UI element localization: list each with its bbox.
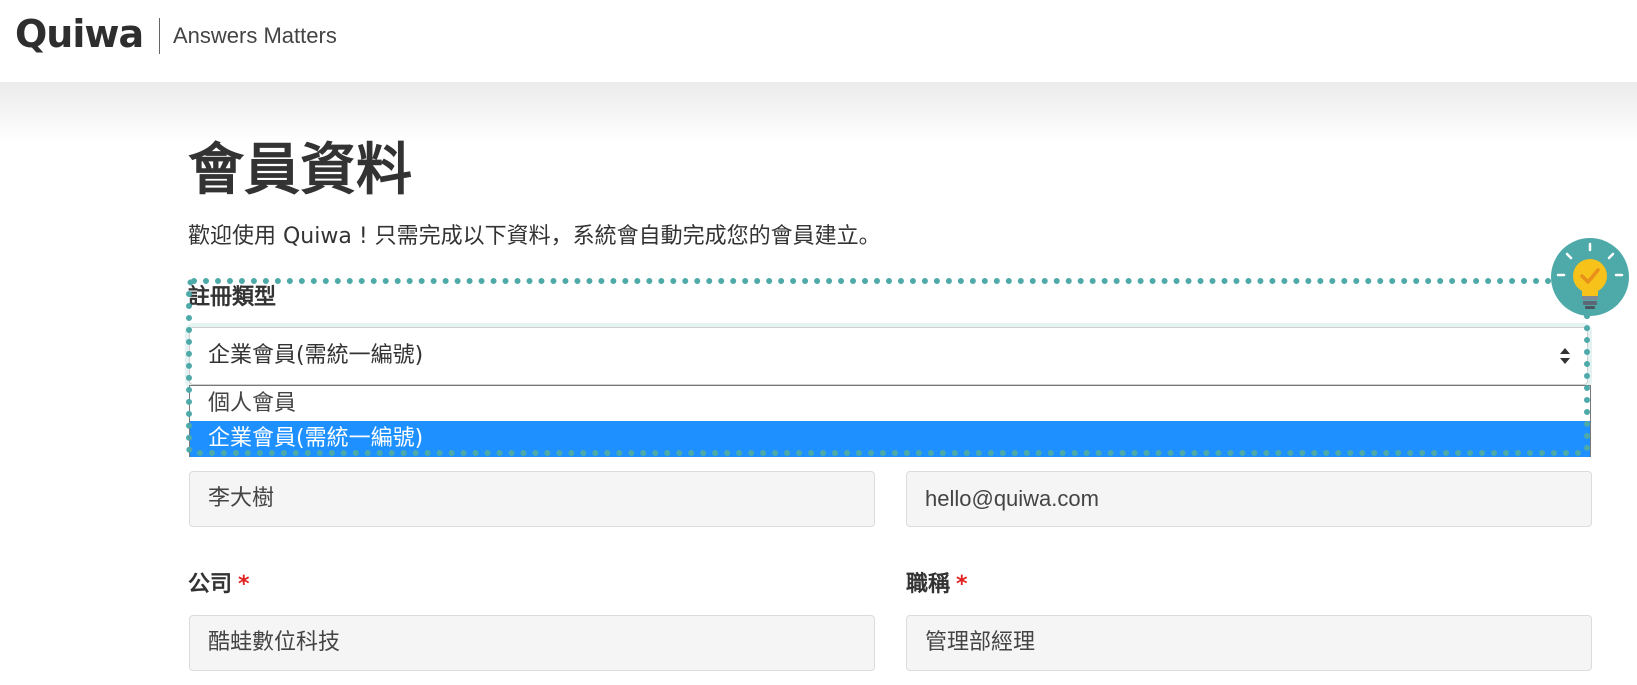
name-value: 李大樹 (208, 486, 275, 511)
option-personal-member[interactable]: 個人會員 (190, 386, 1590, 422)
registration-type-value: 企業會員(需統一編號) (208, 343, 424, 368)
name-field[interactable]: 李大樹 (189, 471, 875, 527)
registration-type-select[interactable]: 企業會員(需統一編號) (189, 327, 1588, 385)
company-label-text: 公司 (188, 572, 233, 597)
company-label: 公司 * (188, 570, 250, 600)
required-asterisk: * (956, 572, 968, 597)
logo-divider (159, 18, 160, 54)
job-title-label-text: 職稱 (906, 572, 951, 597)
job-title-label: 職稱 * (906, 570, 968, 600)
registration-type-label: 註冊類型 (188, 285, 277, 310)
page-title: 會員資料 (188, 138, 412, 203)
email-field[interactable]: hello@quiwa.com (906, 471, 1592, 527)
intro-text: 歡迎使用 Quiwa ! 只需完成以下資料，系統會自動完成您的會員建立。 (188, 224, 881, 249)
site-header: Quiwa Answers Matters (0, 0, 1637, 82)
company-value: 酷蛙數位科技 (208, 630, 341, 655)
quiwa-logo[interactable]: Quiwa (15, 9, 144, 59)
option-business-member[interactable]: 企業會員(需統一編號) (190, 421, 1590, 457)
email-value: hello@quiwa.com (925, 486, 1099, 511)
registration-type-dropdown[interactable]: 個人會員 企業會員(需統一編號) (189, 385, 1591, 457)
tagline: Answers Matters (173, 23, 337, 48)
lightbulb-check-icon[interactable] (1551, 238, 1629, 316)
required-asterisk: * (238, 572, 250, 597)
job-title-field[interactable]: 管理部經理 (906, 615, 1592, 671)
sort-arrows-icon (1559, 345, 1571, 367)
job-title-value: 管理部經理 (925, 630, 1036, 655)
company-field[interactable]: 酷蛙數位科技 (189, 615, 875, 671)
